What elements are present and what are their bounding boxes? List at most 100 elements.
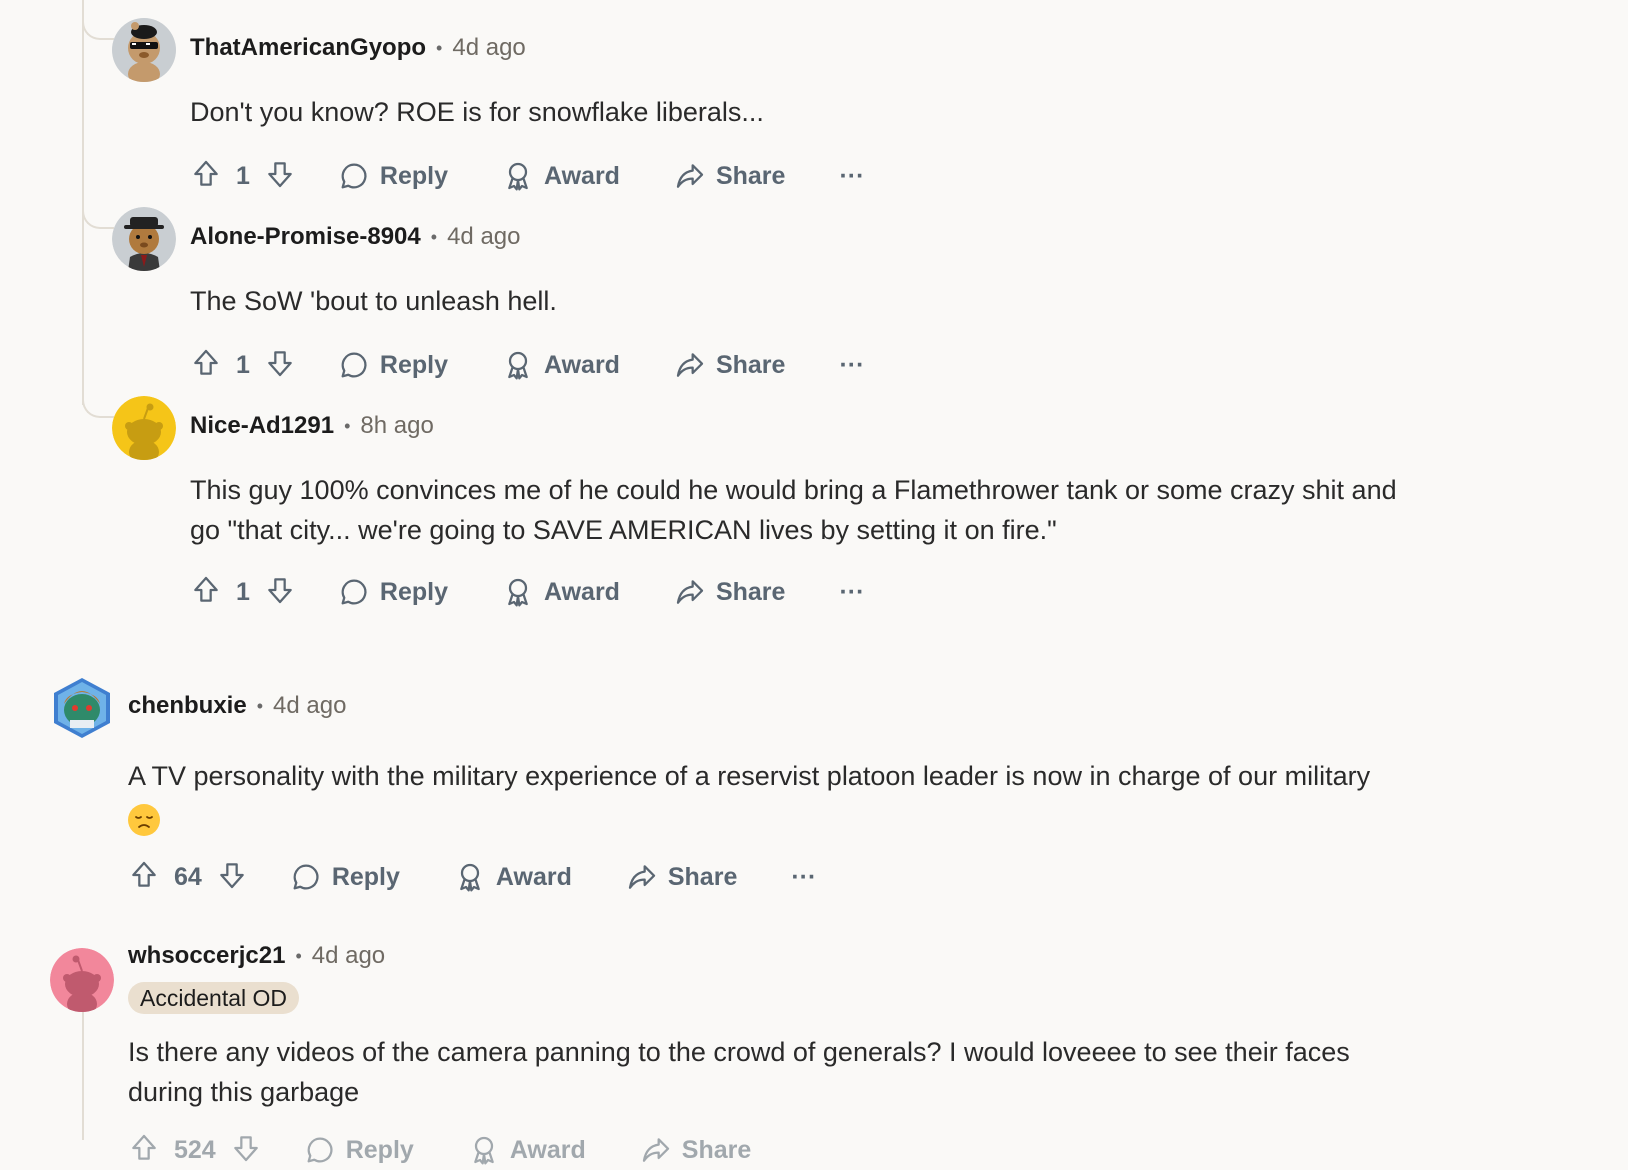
more-icon: ···	[839, 577, 865, 606]
avatar[interactable]	[50, 948, 114, 1012]
downvote-icon[interactable]	[264, 574, 296, 611]
hexagon-avatar-icon	[54, 678, 110, 738]
award-icon	[460, 863, 480, 892]
reply-label: Reply	[379, 577, 448, 606]
award-label: Award	[544, 161, 620, 190]
comment-actions: 1 Reply Award Share ···	[190, 156, 864, 196]
upvote-icon[interactable]	[190, 347, 222, 384]
share-label: Share	[667, 862, 738, 891]
avatar[interactable]	[112, 396, 176, 460]
snoo-default-avatar-icon	[112, 396, 176, 460]
downvote-icon[interactable]	[264, 158, 296, 195]
avatar[interactable]	[112, 18, 176, 82]
separator-dot: •	[295, 945, 302, 966]
vote-score: 1	[236, 161, 250, 190]
avatar[interactable]	[112, 207, 176, 271]
share-button[interactable]: Share	[674, 576, 785, 608]
reply-button[interactable]: Reply	[338, 576, 448, 608]
comment-bubble-icon	[341, 163, 367, 189]
award-button[interactable]: Award	[468, 1134, 586, 1166]
comment-text-line: Is there any videos of the camera pannin…	[128, 1037, 1350, 1067]
comment-timestamp[interactable]: 4d ago	[447, 223, 520, 251]
disappointed-face-icon	[128, 803, 160, 836]
vote-score: 1	[236, 577, 250, 606]
separator-dot: •	[256, 695, 264, 716]
share-arrow-icon	[676, 580, 704, 604]
thread-connector	[82, 396, 114, 418]
comment-timestamp[interactable]: 4d ago	[312, 942, 385, 970]
award-button[interactable]: Award	[502, 160, 620, 192]
comment-actions: 1 Reply Award Share ···	[190, 345, 864, 385]
snoo-avatar-icon	[112, 18, 176, 82]
share-label: Share	[715, 577, 786, 606]
comment-author[interactable]: Alone-Promise-8904	[190, 223, 421, 251]
comment-bubble-icon	[293, 864, 319, 890]
avatar[interactable]	[50, 676, 114, 740]
more-icon: ···	[791, 862, 817, 891]
comment-body: A TV personality with the military exper…	[128, 756, 1548, 838]
downvote-icon[interactable]	[264, 347, 296, 384]
comment-bubble-icon	[341, 579, 367, 605]
comment-timestamp[interactable]: 4d ago	[452, 34, 525, 62]
snoo-avatar-icon	[112, 207, 176, 271]
award-button[interactable]: Award	[454, 861, 572, 893]
share-button[interactable]: Share	[640, 1134, 751, 1166]
comment-author[interactable]: ThatAmericanGyopo	[190, 34, 426, 62]
more-options-button[interactable]: ···	[839, 578, 864, 607]
comment-timestamp[interactable]: 8h ago	[360, 412, 433, 440]
upvote-icon[interactable]	[128, 1132, 160, 1169]
reply-label: Reply	[379, 350, 448, 379]
comment-bubble-icon	[341, 352, 367, 378]
award-button[interactable]: Award	[502, 349, 620, 381]
downvote-icon[interactable]	[230, 1132, 262, 1169]
reply-button[interactable]: Reply	[338, 160, 448, 192]
more-icon: ···	[839, 161, 865, 190]
comment-text: Don't you know? ROE is for snowflake lib…	[190, 97, 764, 127]
comment-actions: 524 Reply Award Share	[128, 1130, 751, 1170]
comment-text-line: during this garbage	[128, 1077, 360, 1107]
downvote-icon[interactable]	[216, 859, 248, 896]
share-label: Share	[681, 1135, 752, 1164]
separator-dot: •	[344, 415, 351, 436]
award-icon	[508, 351, 528, 380]
comment-author[interactable]: chenbuxie	[128, 692, 247, 720]
share-arrow-icon	[676, 353, 704, 377]
award-icon	[508, 578, 528, 607]
separator-dot: •	[430, 226, 438, 247]
reply-button[interactable]: Reply	[290, 861, 400, 893]
comment-author[interactable]: Nice-Ad1291	[190, 412, 334, 440]
separator-dot: •	[436, 37, 443, 58]
share-button[interactable]: Share	[626, 861, 737, 893]
thread-line	[82, 0, 84, 405]
share-label: Share	[715, 350, 786, 379]
comment-text: The SoW 'bout to unleash hell.	[190, 286, 557, 316]
vote-score: 524	[174, 1135, 216, 1164]
award-label: Award	[544, 577, 620, 606]
comment-actions: 1 Reply Award Share ···	[190, 572, 864, 612]
comment-body: Is there any videos of the camera pannin…	[128, 1032, 1548, 1112]
upvote-icon[interactable]	[190, 158, 222, 195]
comment-author[interactable]: whsoccerjc21	[128, 942, 285, 970]
comment-actions: 64 Reply Award Share ···	[128, 857, 816, 897]
reply-label: Reply	[379, 161, 448, 190]
comment-text-line: This guy 100% convinces me of he could h…	[190, 475, 1397, 505]
thread-connector	[82, 18, 114, 40]
reply-label: Reply	[345, 1135, 414, 1164]
more-options-button[interactable]: ···	[839, 162, 864, 191]
award-label: Award	[509, 1135, 586, 1164]
reply-label: Reply	[331, 862, 400, 891]
share-button[interactable]: Share	[674, 349, 785, 381]
more-options-button[interactable]: ···	[839, 351, 864, 380]
reply-button[interactable]: Reply	[304, 1134, 414, 1166]
more-options-button[interactable]: ···	[791, 863, 816, 892]
upvote-icon[interactable]	[128, 859, 160, 896]
reply-button[interactable]: Reply	[338, 349, 448, 381]
comment-timestamp[interactable]: 4d ago	[273, 692, 346, 720]
share-arrow-icon	[642, 1138, 669, 1162]
share-button[interactable]: Share	[674, 160, 785, 192]
share-arrow-icon	[676, 164, 704, 188]
upvote-icon[interactable]	[190, 574, 222, 611]
comment-text-line: go "that city... we're going to SAVE AME…	[190, 515, 1057, 545]
award-button[interactable]: Award	[502, 576, 620, 608]
award-label: Award	[544, 350, 620, 379]
